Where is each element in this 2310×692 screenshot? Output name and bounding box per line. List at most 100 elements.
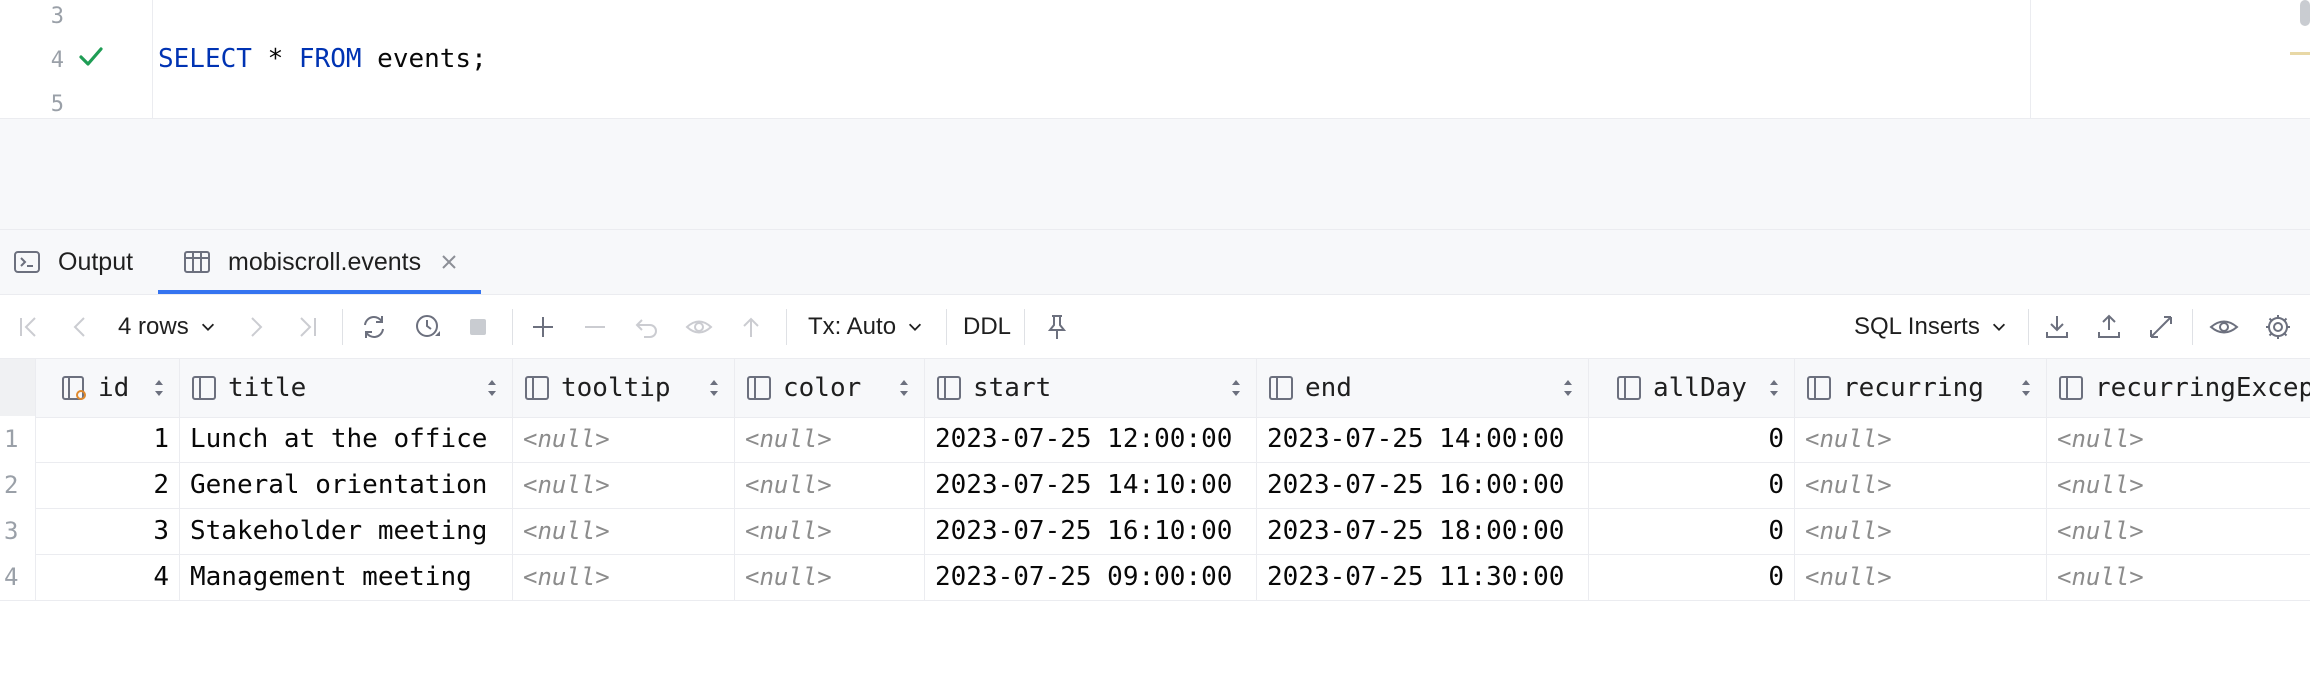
- row-number[interactable]: 1: [0, 416, 36, 462]
- export-button[interactable]: [2040, 307, 2074, 347]
- preview-pending-button[interactable]: [682, 307, 716, 347]
- cell-tooltip[interactable]: <null>: [513, 462, 735, 508]
- column-header-allday[interactable]: allDay: [1589, 359, 1795, 417]
- cell-end[interactable]: 2023-07-25 16:00:00: [1257, 462, 1589, 508]
- sql-editor[interactable]: 3 4 5 SELECT * FROM events;: [0, 0, 2310, 118]
- cell-recurring[interactable]: <null>: [1795, 416, 2047, 462]
- column-header-end[interactable]: end: [1257, 359, 1589, 417]
- extractor-dropdown[interactable]: SQL Inserts: [1854, 307, 2014, 347]
- cell-allday[interactable]: 0: [1589, 508, 1795, 554]
- cell-title[interactable]: Management meeting: [180, 554, 513, 600]
- result-grid[interactable]: id title tooltip color start end allDay …: [0, 358, 2310, 602]
- column-header-recurring[interactable]: recurring: [1795, 359, 2047, 417]
- sort-icon[interactable]: [1562, 377, 1574, 399]
- view-button[interactable]: [2206, 307, 2242, 347]
- next-page-button[interactable]: [240, 307, 272, 347]
- close-icon[interactable]: [439, 252, 459, 272]
- submit-button[interactable]: [734, 307, 768, 347]
- cell-color[interactable]: <null>: [735, 508, 925, 554]
- delete-row-button[interactable]: [578, 307, 612, 347]
- tab-mobiscroll-events[interactable]: mobiscroll.events: [158, 230, 482, 294]
- stop-button[interactable]: [462, 307, 494, 347]
- cell-recurringexception[interactable]: <null>: [2047, 554, 2310, 600]
- cell-id[interactable]: 3: [36, 508, 180, 554]
- rows-dropdown[interactable]: 4 rows: [118, 307, 226, 347]
- toolbar-separator: [2192, 309, 2193, 345]
- cell-color[interactable]: <null>: [735, 554, 925, 600]
- cell-id[interactable]: 1: [36, 416, 180, 462]
- table-row[interactable]: 2 2 General orientation <null> <null> 2023-07…: [0, 462, 2310, 509]
- cell-tooltip[interactable]: <null>: [513, 508, 735, 554]
- ddl-button[interactable]: DDL: [962, 307, 1012, 347]
- cell-allday[interactable]: 0: [1589, 416, 1795, 462]
- table-row[interactable]: 3 3 Stakeholder meeting <null> <null> 2023-07…: [0, 508, 2310, 555]
- column-header-color[interactable]: color: [735, 359, 925, 417]
- cell-tooltip[interactable]: <null>: [513, 416, 735, 462]
- cell-color[interactable]: <null>: [735, 462, 925, 508]
- cell-start[interactable]: 2023-07-25 09:00:00: [925, 554, 1257, 600]
- warning-marker[interactable]: [2290, 52, 2310, 55]
- revert-button[interactable]: [630, 307, 664, 347]
- refresh-button[interactable]: [356, 307, 392, 347]
- row-number[interactable]: 3: [0, 508, 36, 554]
- column-header-recurring-exception[interactable]: recurringExcep: [2047, 359, 2310, 417]
- cell-title[interactable]: General orientation: [180, 462, 513, 508]
- cell-start[interactable]: 2023-07-25 12:00:00: [925, 416, 1257, 462]
- cell-recurring[interactable]: <null>: [1795, 462, 2047, 508]
- settings-button[interactable]: [2260, 307, 2296, 347]
- column-header-start[interactable]: start: [925, 359, 1257, 417]
- import-button[interactable]: [2092, 307, 2126, 347]
- cell-color[interactable]: <null>: [735, 416, 925, 462]
- transaction-mode-dropdown[interactable]: Tx: Auto: [808, 307, 928, 347]
- cell-recurring[interactable]: <null>: [1795, 554, 2047, 600]
- sort-icon[interactable]: [1230, 377, 1242, 399]
- history-button[interactable]: [410, 307, 446, 347]
- cell-recurringexception[interactable]: <null>: [2047, 416, 2310, 462]
- cell-id[interactable]: 2: [36, 462, 180, 508]
- cell-title[interactable]: Lunch at the office: [180, 416, 513, 462]
- sort-icon[interactable]: [153, 377, 165, 399]
- last-page-button[interactable]: [292, 307, 324, 347]
- column-header-tooltip[interactable]: tooltip: [513, 359, 735, 417]
- sort-icon[interactable]: [486, 377, 498, 399]
- cell-end[interactable]: 2023-07-25 18:00:00: [1257, 508, 1589, 554]
- cell-recurring[interactable]: <null>: [1795, 508, 2047, 554]
- table-row[interactable]: 4 4 Management meeting <null> <null> 2023-07-…: [0, 554, 2310, 601]
- cell-title[interactable]: Stakeholder meeting: [180, 508, 513, 554]
- cell-end[interactable]: 2023-07-25 11:30:00: [1257, 554, 1589, 600]
- splitter-area[interactable]: [0, 119, 2310, 230]
- chevron-down-icon: [201, 323, 214, 331]
- column-name: allDay: [1653, 373, 1747, 403]
- sort-icon[interactable]: [898, 377, 910, 399]
- cell-start[interactable]: 2023-07-25 14:10:00: [925, 462, 1257, 508]
- add-row-button[interactable]: [526, 307, 560, 347]
- cell-allday[interactable]: 0: [1589, 554, 1795, 600]
- tab-output[interactable]: Output: [12, 230, 133, 294]
- first-page-button[interactable]: [12, 307, 44, 347]
- sort-icon[interactable]: [2020, 377, 2032, 399]
- pin-tab-button[interactable]: [1040, 307, 1074, 347]
- row-number[interactable]: 4: [0, 554, 36, 600]
- cell-recurringexception[interactable]: <null>: [2047, 508, 2310, 554]
- column-name: tooltip: [561, 373, 671, 403]
- sort-icon[interactable]: [708, 377, 720, 399]
- editor-scrollbar[interactable]: [2300, 0, 2310, 26]
- cell-recurringexception[interactable]: <null>: [2047, 462, 2310, 508]
- table-row[interactable]: 1 1 Lunch at the office <null> <null> 2023-07…: [0, 416, 2310, 463]
- row-number[interactable]: 2: [0, 462, 36, 508]
- sort-icon[interactable]: [1768, 377, 1780, 399]
- arrow-up-icon: [743, 317, 759, 337]
- previous-page-button[interactable]: [64, 307, 96, 347]
- cell-allday[interactable]: 0: [1589, 462, 1795, 508]
- sql-keyword: SELECT: [158, 44, 252, 74]
- chevron-left-icon: [73, 317, 85, 337]
- sql-statement[interactable]: SELECT * FROM events;: [158, 44, 487, 74]
- cell-start[interactable]: 2023-07-25 16:10:00: [925, 508, 1257, 554]
- cell-tooltip[interactable]: <null>: [513, 554, 735, 600]
- cell-end[interactable]: 2023-07-25 14:00:00: [1257, 416, 1589, 462]
- column-header-title[interactable]: title: [180, 359, 513, 417]
- cell-id[interactable]: 4: [36, 554, 180, 600]
- column-header-id[interactable]: id: [36, 359, 180, 417]
- row-number-header[interactable]: [0, 359, 36, 417]
- compare-button[interactable]: [2144, 307, 2178, 347]
